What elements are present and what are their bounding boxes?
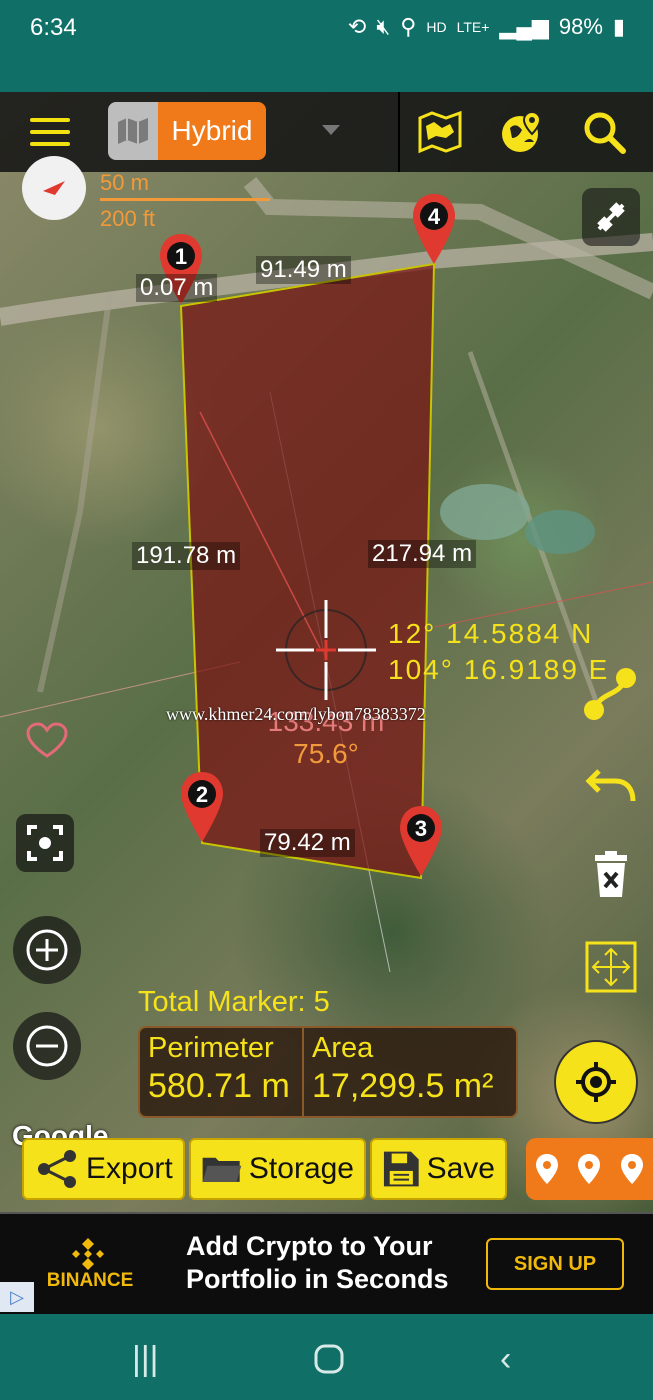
marker-pin-4[interactable]: 4: [411, 192, 457, 266]
plus-icon: [26, 929, 68, 971]
segment-length-first: 0.07 m: [136, 274, 218, 302]
scale-metric: 50 m: [100, 170, 149, 195]
markers-toggle-button[interactable]: [526, 1138, 653, 1200]
ad-brand: BINANCE: [46, 1270, 134, 1291]
crosshair-icon: [276, 600, 376, 700]
compass-arrow-icon: [43, 181, 65, 195]
ad-banner[interactable]: BINANCE Add Crypto to Your Portfolio in …: [0, 1212, 653, 1316]
fullscreen-button[interactable]: [580, 936, 642, 998]
perimeter-label: Perimeter: [148, 1032, 274, 1064]
segment-length-top: 91.49 m: [256, 256, 351, 284]
back-icon[interactable]: ‹: [500, 1340, 511, 1379]
marker-number-4: 4: [428, 204, 441, 229]
area-value: 17,299.5 m²: [312, 1067, 494, 1105]
map-type-selector[interactable]: Hybrid: [108, 102, 266, 160]
watermark-text: www.khmer24.com/lybon78383372: [166, 704, 426, 724]
delete-button[interactable]: [582, 846, 640, 904]
status-icons: ⟲ 🔇︎ ⚲ HD LTE+ ▂▄▆ 98% ▮: [348, 14, 625, 40]
plug-disconnected-icon: [597, 202, 625, 232]
storage-label: Storage: [248, 1152, 354, 1185]
marker-number-2: 2: [196, 782, 208, 807]
marker-pin-3[interactable]: 3: [398, 804, 444, 878]
measurement-summary: Perimeter 580.71 m Area 17,299.5 m²: [138, 1026, 518, 1118]
binance-logo-icon: [72, 1238, 104, 1270]
storage-button[interactable]: Storage: [189, 1138, 366, 1200]
segment-length-right: 217.94 m: [368, 540, 477, 568]
lte-label: LTE+: [456, 19, 490, 35]
map-type-label: Hybrid: [158, 102, 266, 160]
focus-frame-icon: [27, 825, 63, 861]
ad-line-1: Add Crypto to Your: [186, 1231, 433, 1261]
trash-icon: [595, 851, 627, 897]
globe-pin-icon[interactable]: [498, 108, 546, 156]
toolbar-divider: [398, 92, 400, 172]
location-pin-icon: [620, 1154, 643, 1184]
compass-button[interactable]: [22, 156, 86, 220]
area-label: Area: [312, 1032, 374, 1064]
home-icon[interactable]: [314, 1344, 344, 1383]
my-location-button[interactable]: [554, 1040, 638, 1124]
marker-number-1: 1: [175, 244, 187, 269]
perimeter-cell: Perimeter 580.71 m: [140, 1028, 302, 1116]
favorite-heart-icon[interactable]: [26, 722, 68, 765]
zoom-in-button[interactable]: [13, 916, 81, 984]
minus-icon: [26, 1025, 68, 1067]
sync-icon: ⟲: [347, 14, 367, 39]
segment-length-bottom: 79.42 m: [260, 829, 355, 857]
location-pin-icon: [578, 1154, 601, 1184]
crosshair-bearing: 75.6°: [293, 738, 359, 769]
area-cell: Area 17,299.5 m²: [304, 1028, 501, 1116]
total-marker-label: Total Marker:: [138, 986, 306, 1018]
battery-level: 98%: [558, 14, 603, 39]
fit-bounds-button[interactable]: [16, 814, 74, 872]
folder-icon: [202, 1157, 242, 1182]
battery-icon: ▮: [612, 14, 625, 39]
perimeter-value: 580.71 m: [148, 1067, 290, 1105]
save-button[interactable]: Save: [370, 1138, 507, 1200]
ad-signup-button[interactable]: SIGN UP: [486, 1238, 624, 1290]
gps-link-button[interactable]: [582, 188, 640, 246]
adchoices-icon[interactable]: ▷: [0, 1282, 34, 1312]
status-time: 6:34: [30, 14, 77, 41]
map-scale: 50 m 200 ft: [100, 170, 270, 232]
marker-number-3: 3: [415, 816, 427, 841]
recent-apps-icon[interactable]: |||: [132, 1340, 159, 1379]
location-pin-icon: [536, 1154, 559, 1184]
expand-arrows-icon: [585, 941, 637, 993]
crosshair-coordinates: 12° 14.5884 N 104° 16.9189 E: [388, 616, 609, 688]
total-marker: Total Marker: 5: [138, 986, 330, 1019]
floppy-disk-icon: [383, 1151, 419, 1187]
export-button[interactable]: Export: [22, 1138, 185, 1200]
map-layers-icon[interactable]: [416, 108, 464, 156]
path-edit-icon: [584, 668, 636, 720]
signal-icon: ▂▄▆: [499, 14, 549, 39]
scale-imperial: 200 ft: [100, 206, 156, 231]
segment-length-left: 191.78 m: [132, 542, 241, 570]
share-icon: [38, 1150, 76, 1188]
undo-icon: [585, 769, 636, 802]
status-bar: 6:34 ⟲ 🔇︎ ⚲ HD LTE+ ▂▄▆ 98% ▮: [0, 0, 653, 92]
map-layer-icon: [108, 102, 158, 160]
search-icon[interactable]: [580, 108, 628, 156]
crosshair-location-icon: [576, 1062, 616, 1102]
mute-icon: 🔇︎: [376, 14, 391, 39]
undo-button[interactable]: [582, 756, 640, 814]
edit-path-button[interactable]: [582, 664, 640, 722]
zoom-out-button[interactable]: [13, 1012, 81, 1080]
longitude: 104° 16.9189 E: [388, 654, 610, 685]
hd-label: HD: [426, 19, 447, 35]
ad-text: Add Crypto to Your Portfolio in Seconds: [186, 1230, 449, 1296]
latitude: 12° 14.5884 N: [388, 618, 594, 649]
marker-pin-2[interactable]: 2: [179, 770, 225, 844]
total-marker-value: 5: [313, 986, 330, 1018]
chevron-down-icon[interactable]: [322, 125, 340, 135]
location-status-icon: ⚲: [400, 14, 417, 39]
menu-icon[interactable]: [30, 118, 70, 146]
scale-bar: [100, 198, 270, 201]
export-label: Export: [86, 1152, 173, 1185]
ad-line-2: Portfolio in Seconds: [186, 1264, 449, 1294]
save-label: Save: [426, 1152, 495, 1185]
